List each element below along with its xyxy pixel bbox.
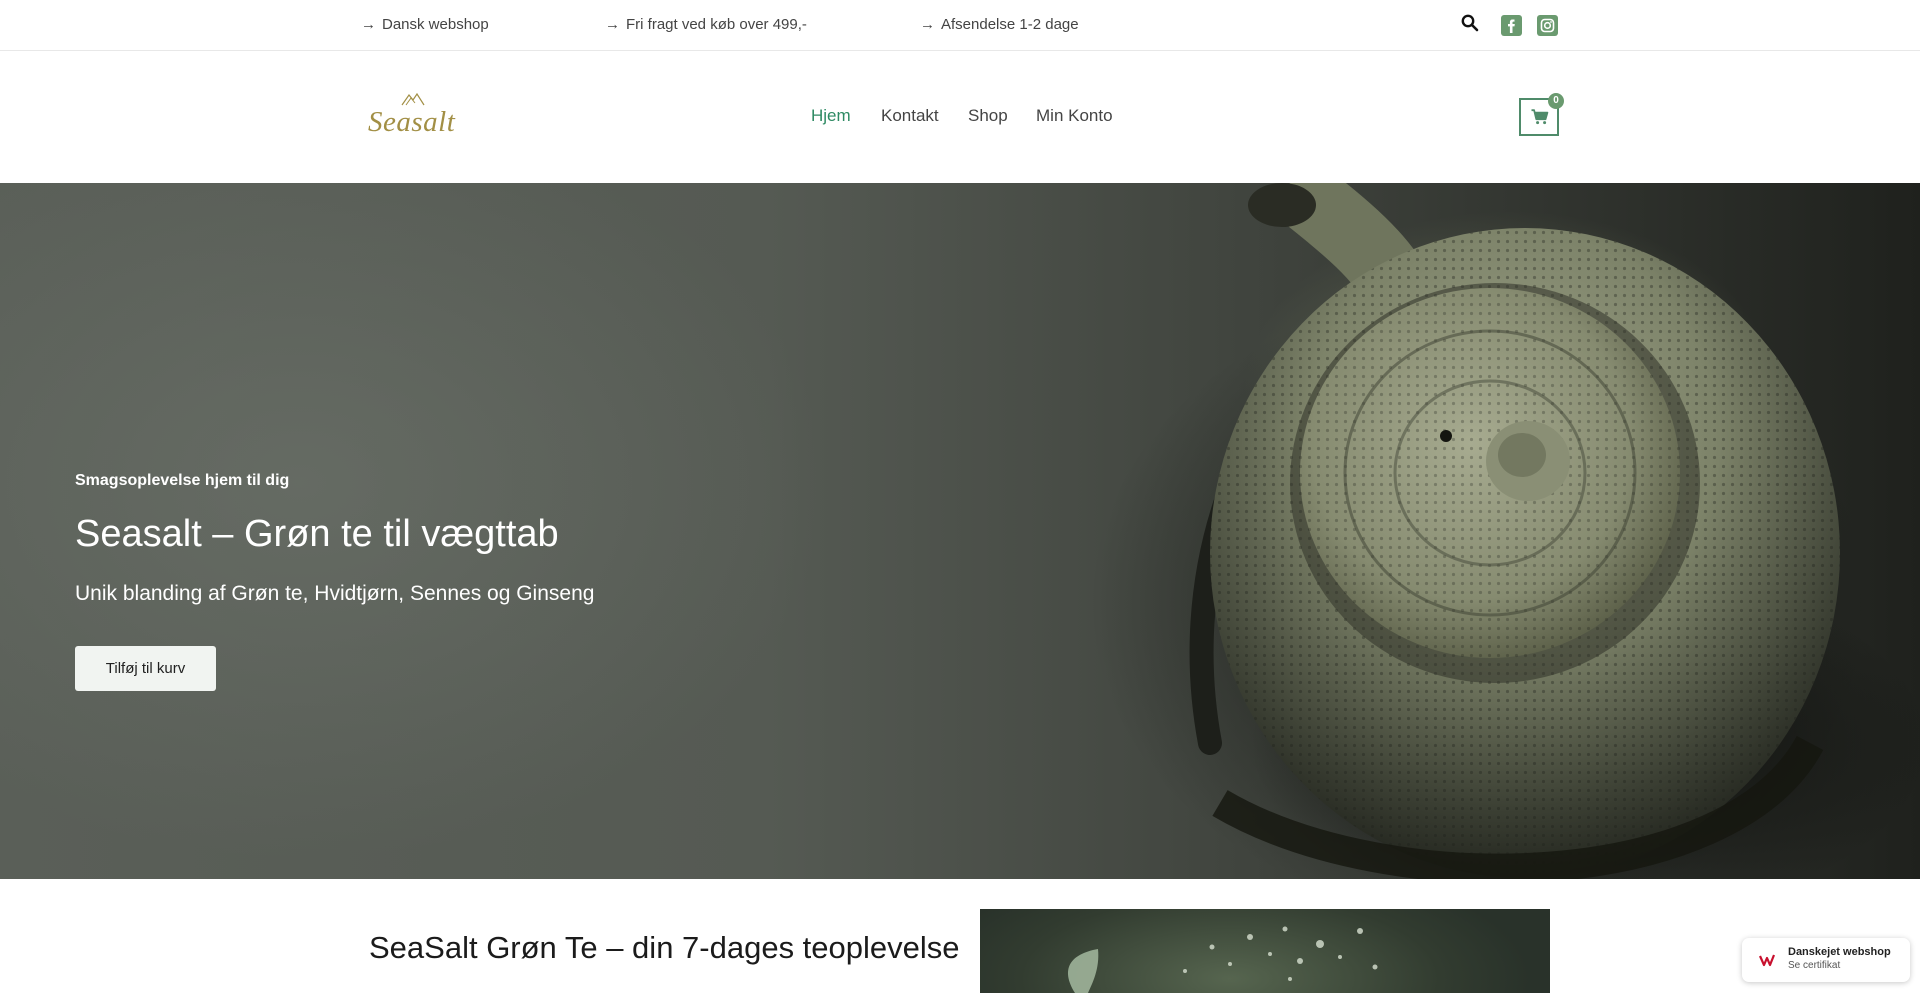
teapot-image	[1189, 183, 1920, 879]
usp-item: → Dansk webshop	[361, 16, 489, 33]
cart-icon	[1531, 109, 1549, 125]
trust-badge[interactable]: Danskejet webshop Se certifikat	[1742, 938, 1910, 982]
instagram-icon[interactable]	[1537, 15, 1558, 36]
nav-item-min-konto[interactable]: Min Konto	[1036, 106, 1113, 126]
cart-button[interactable]: 0	[1519, 93, 1564, 136]
hero-title: Seasalt – Grøn te til vægttab	[75, 513, 559, 555]
add-to-cart-button[interactable]: Tilføj til kurv	[75, 646, 216, 691]
section-title: SeaSalt Grøn Te – din 7-dages teoplevels…	[369, 930, 960, 965]
site-header: Seasalt Hjem Kontakt Shop Min Konto 0	[0, 52, 1920, 183]
trust-badge-name: Danskejet webshop	[1788, 946, 1891, 958]
usp-item: → Afsendelse 1-2 dage	[920, 16, 1079, 33]
view-certificate-link[interactable]: Se certifikat	[1788, 960, 1840, 971]
nav-item-kontakt[interactable]: Kontakt	[881, 106, 939, 126]
logo[interactable]: Seasalt	[368, 92, 458, 138]
cart-count-badge: 0	[1548, 93, 1564, 109]
hero-eyebrow: Smagsoplevelse hjem til dig	[75, 472, 290, 489]
hero-subtitle: Unik blanding af Grøn te, Hvidtjørn, Sen…	[75, 582, 595, 605]
arrow-icon: →	[605, 16, 620, 33]
usp-text: Dansk webshop	[382, 16, 489, 33]
nav-item-shop[interactable]: Shop	[968, 106, 1008, 126]
search-icon[interactable]	[1461, 14, 1479, 32]
logo-mark-icon	[401, 92, 425, 106]
top-bar: → Dansk webshop → Fri fragt ved køb over 4…	[0, 0, 1920, 51]
product-image	[980, 909, 1550, 993]
hero-banner: Smagsoplevelse hjem til dig Seasalt – Gr…	[0, 183, 1920, 879]
e-maerket-icon	[1755, 948, 1779, 972]
nav-item-hjem[interactable]: Hjem	[811, 106, 851, 126]
usp-item: → Fri fragt ved køb over 499,-	[605, 16, 807, 33]
arrow-icon: →	[920, 16, 935, 33]
usp-text: Afsendelse 1-2 dage	[941, 16, 1079, 33]
arrow-icon: →	[361, 16, 376, 33]
logo-text: Seasalt	[368, 106, 456, 138]
usp-text: Fri fragt ved køb over 499,-	[626, 16, 807, 33]
tea-leaf-splash-image	[1068, 926, 1378, 993]
facebook-icon[interactable]	[1501, 15, 1522, 36]
